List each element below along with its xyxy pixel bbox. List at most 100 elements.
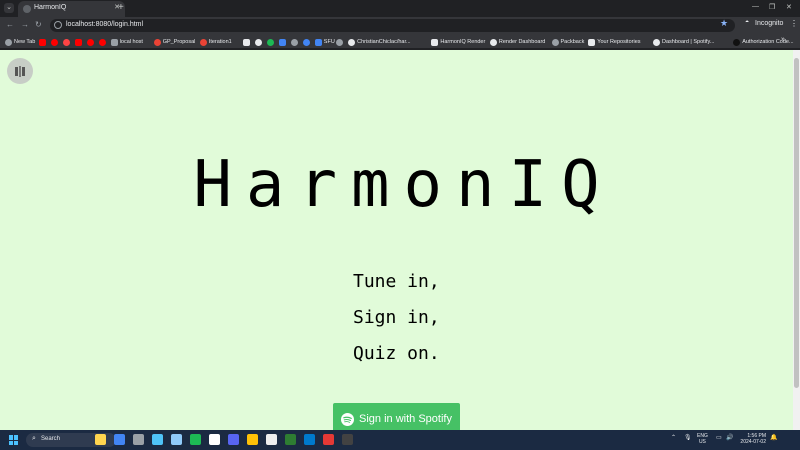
bookmark-label: HarmonIQ Render (440, 39, 486, 45)
bookmark-item[interactable] (336, 37, 345, 47)
bookmark-label: Dashboard | Spotify... (662, 39, 715, 45)
bookmark-item[interactable]: ChristianChiclac/har... (348, 37, 411, 47)
bookmark-favicon-icon (733, 38, 741, 46)
site-info-icon[interactable] (54, 21, 62, 29)
bookmark-favicon-icon (588, 38, 596, 46)
bookmark-favicon-icon (266, 38, 274, 46)
bookmark-item[interactable] (74, 37, 84, 47)
bookmark-favicon-icon (199, 38, 207, 46)
page-title: HarmonIQ (193, 148, 614, 222)
bookmark-label: SFU (323, 39, 335, 45)
tagline-3: Quiz on. (353, 343, 440, 364)
back-icon[interactable]: ← (6, 20, 14, 29)
bookmark-item[interactable]: GP_Proposal (153, 37, 195, 47)
tab-harmoniq[interactable]: HarmonIQ ✕ (18, 1, 125, 17)
taskbar-app-icon[interactable] (171, 434, 182, 445)
bookmarks-overflow-icon[interactable]: » (781, 36, 785, 43)
tab-search-icon[interactable]: ⌄ (4, 3, 14, 13)
spotify-icon (341, 412, 355, 426)
taskbar-app-icon[interactable] (114, 434, 125, 445)
bookmark-item[interactable] (86, 37, 96, 47)
microphone-icon[interactable]: 🎙 (684, 434, 692, 441)
bookmark-item[interactable]: Packback (551, 37, 584, 47)
forward-icon[interactable]: → (21, 20, 29, 29)
bookmark-item[interactable] (266, 37, 276, 47)
close-window-icon[interactable]: ✕ (786, 3, 792, 11)
bookmark-favicon-icon (290, 38, 298, 46)
bookmark-item[interactable] (302, 37, 312, 47)
restore-icon[interactable]: ❐ (769, 3, 775, 11)
taskbar-search-label: Search (41, 436, 61, 442)
bookmark-favicon-icon (551, 38, 559, 46)
new-tab-icon[interactable]: + (118, 2, 124, 14)
bookmark-item[interactable]: SFU (314, 37, 335, 47)
tagline-1: Tune in, (353, 271, 440, 292)
bookmark-favicon-icon (86, 38, 94, 46)
windows-start-icon[interactable] (9, 435, 19, 445)
bookmark-item[interactable] (38, 37, 48, 47)
bookmark-item[interactable] (62, 37, 72, 47)
bookmark-label: Authorization Code... (742, 39, 794, 45)
bookmark-favicon-icon (98, 38, 106, 46)
bookmark-favicon-icon (348, 38, 356, 46)
browser-toolbar: ← → ↻ localhost:8080/login.html ★ ◓ Inco… (0, 17, 800, 34)
page-scrollbar[interactable] (793, 50, 800, 430)
bookmark-item[interactable] (50, 37, 60, 47)
taskbar-app-icon[interactable] (285, 434, 296, 445)
bookmark-favicon-icon (278, 38, 286, 46)
bookmark-item[interactable] (98, 37, 108, 47)
minimize-icon[interactable]: — (752, 3, 759, 10)
address-bar[interactable]: localhost:8080/login.html (50, 19, 735, 32)
bookmark-item[interactable]: Iteration1 (199, 37, 232, 47)
bookmark-label: Your Repositories (597, 39, 641, 45)
tray-chevron-icon[interactable]: ⌃ (671, 434, 676, 441)
harmoniq-logo[interactable] (7, 58, 33, 84)
taskbar-app-icon[interactable] (228, 434, 239, 445)
bookmark-item[interactable]: Render Dashboard (489, 37, 546, 47)
bookmark-label: local host (119, 39, 143, 45)
reload-icon[interactable]: ↻ (35, 20, 42, 29)
taskbar-clock[interactable]: 1:56 PM 2024-07-02 (738, 433, 766, 445)
scrollbar-thumb[interactable] (794, 58, 799, 388)
menu-icon[interactable]: ⋮ (790, 19, 798, 28)
incognito-label[interactable]: Incognito (755, 20, 783, 27)
taskbar-app-icon[interactable] (190, 434, 201, 445)
taskbar-app-icon[interactable] (95, 434, 106, 445)
taskbar-app-icon[interactable] (304, 434, 315, 445)
taskbar-app-icon[interactable] (266, 434, 277, 445)
bookmark-item[interactable] (254, 37, 264, 47)
bookmark-item[interactable] (242, 37, 252, 47)
volume-icon[interactable]: 🔊 (726, 434, 733, 441)
taskbar-app-icon[interactable] (133, 434, 144, 445)
bookmark-favicon-icon (653, 38, 660, 46)
tab-strip: ⌄ HarmonIQ ✕ + — ❐ ✕ (0, 0, 800, 17)
bookmark-item[interactable] (290, 37, 300, 47)
display-icon[interactable]: ▭ (716, 434, 722, 441)
bookmark-item[interactable] (278, 37, 288, 47)
spotify-signin-button[interactable]: Sign in with Spotify (333, 403, 460, 430)
bookmark-favicon-icon (431, 38, 439, 46)
language-indicator[interactable]: ENG US (697, 433, 708, 445)
bookmark-item[interactable]: local host (110, 37, 143, 47)
bookmark-item[interactable]: Dashboard | Spotify... (653, 37, 714, 47)
notification-bell-icon[interactable]: 🔔 (770, 434, 777, 441)
bookmark-favicon-icon (314, 38, 322, 46)
bookmark-favicon-icon (5, 38, 12, 46)
region-code: US (698, 439, 706, 445)
bookmark-item[interactable]: Your Repositories (588, 37, 641, 47)
bookmark-favicon-icon (153, 38, 161, 46)
address-url[interactable]: localhost:8080/login.html (66, 21, 143, 28)
bookmark-favicon-icon (302, 38, 310, 46)
taskbar-app-icon[interactable] (342, 434, 353, 445)
bookmark-favicon-icon (74, 38, 82, 46)
taskbar-app-icon[interactable] (209, 434, 220, 445)
taskbar-app-icon[interactable] (152, 434, 163, 445)
bookmark-item[interactable]: New Tab (5, 37, 35, 47)
taskbar-app-icon[interactable] (323, 434, 334, 445)
taskbar-app-icon[interactable] (247, 434, 258, 445)
bookmark-star-icon[interactable]: ★ (720, 18, 728, 29)
bookmark-item[interactable]: HarmonIQ Render (431, 37, 485, 47)
page-viewport: HarmonIQ Tune in, Sign in, Quiz on. Sign… (0, 50, 800, 430)
taskbar: ⌕ Search ⌃ 🎙 ENG US ▭ 🔊 1:56 PM 2024-07-… (0, 430, 800, 450)
bookmark-label: Render Dashboard (498, 39, 546, 45)
